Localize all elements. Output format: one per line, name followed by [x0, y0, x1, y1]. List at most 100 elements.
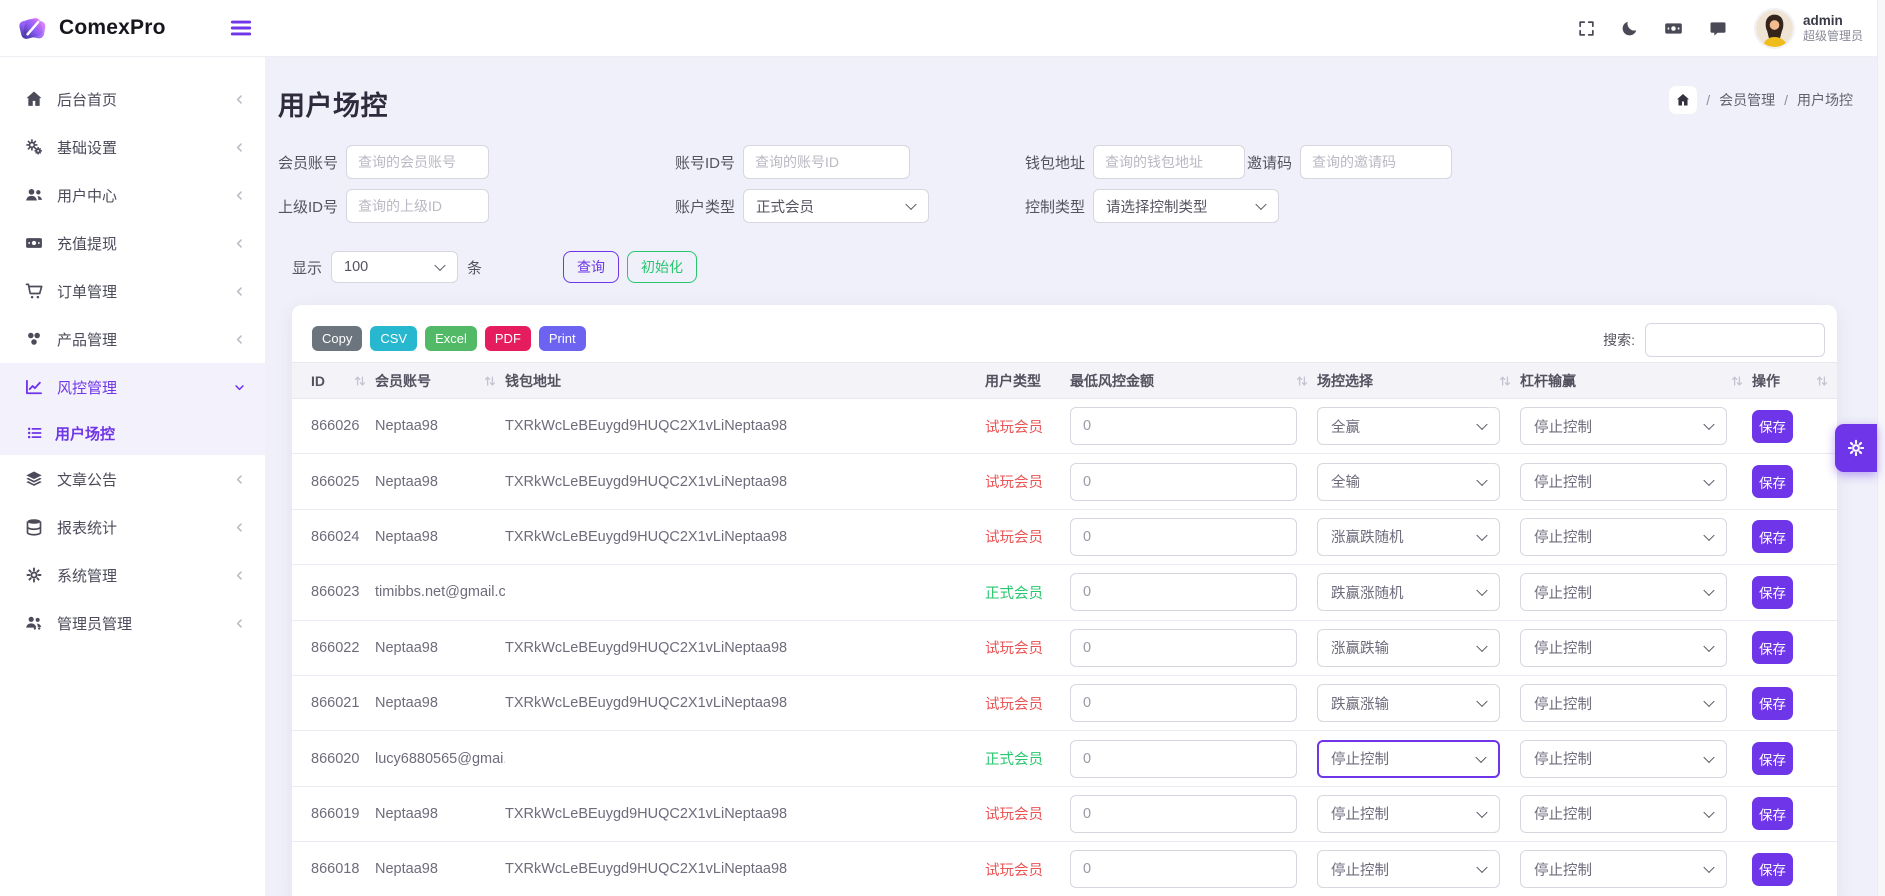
scene-control-select[interactable]: 停止控制: [1317, 794, 1500, 833]
min-risk-amount-input[interactable]: [1070, 573, 1297, 612]
leverage-select[interactable]: 停止控制: [1520, 573, 1727, 612]
filter-input[interactable]: [1093, 145, 1246, 179]
sort-icon[interactable]: [483, 374, 497, 388]
cell-id: 866019: [311, 805, 360, 822]
scene-control-select[interactable]: 跌赢涨随机: [1317, 573, 1500, 612]
min-risk-amount-input[interactable]: [1070, 407, 1297, 446]
chevron-down-icon: [1703, 585, 1715, 597]
leverage-select[interactable]: 停止控制: [1520, 628, 1727, 667]
user-menu[interactable]: admin 超级管理员: [1755, 10, 1863, 47]
leverage-select[interactable]: 停止控制: [1520, 684, 1727, 723]
user-type-badge: 试玩会员: [985, 530, 1043, 547]
export-pdf-button[interactable]: PDF: [484, 326, 531, 351]
min-risk-amount-input[interactable]: [1070, 628, 1297, 667]
column-header[interactable]: 杠杆输赢: [1520, 371, 1752, 391]
min-risk-amount-input[interactable]: [1070, 739, 1297, 778]
reset-button[interactable]: 初始化: [627, 251, 698, 283]
filter-select[interactable]: 请选择控制类型: [1093, 189, 1280, 223]
export-excel-button[interactable]: Excel: [425, 326, 477, 351]
breadcrumb-parent[interactable]: 会员管理: [1719, 90, 1775, 110]
leverage-select[interactable]: 停止控制: [1520, 794, 1727, 833]
save-button[interactable]: 保存: [1752, 409, 1793, 443]
dark-mode-moon-icon[interactable]: [1620, 19, 1639, 38]
sort-icon[interactable]: [1815, 374, 1829, 388]
page-size-select[interactable]: 100: [331, 251, 459, 283]
scene-control-select[interactable]: 停止控制: [1317, 739, 1500, 778]
save-button[interactable]: 保存: [1752, 686, 1793, 720]
save-button[interactable]: 保存: [1752, 797, 1793, 831]
save-button[interactable]: 保存: [1752, 742, 1793, 776]
column-header[interactable]: ID: [292, 373, 375, 389]
filter-input[interactable]: [346, 145, 490, 179]
leverage-select[interactable]: 停止控制: [1520, 850, 1727, 889]
brand-logo[interactable]: ComexPro: [0, 12, 200, 45]
scene-control-select[interactable]: 全赢: [1317, 407, 1500, 446]
sidebar-item-cart[interactable]: 订单管理: [0, 267, 265, 315]
filter-input[interactable]: [1300, 145, 1453, 179]
user-avatar[interactable]: [1755, 10, 1793, 47]
filter-select[interactable]: 正式会员: [743, 189, 930, 223]
sidebar-item-users[interactable]: 用户中心: [0, 171, 265, 219]
export-print-button[interactable]: Print: [538, 326, 586, 351]
save-button[interactable]: 保存: [1752, 575, 1793, 609]
chat-icon[interactable]: [1708, 19, 1728, 39]
layers-icon: [24, 469, 44, 489]
save-button[interactable]: 保存: [1752, 631, 1793, 665]
fullscreen-icon[interactable]: [1577, 19, 1596, 38]
query-button[interactable]: 查询: [563, 251, 620, 283]
export-csv-button[interactable]: CSV: [370, 326, 418, 351]
min-risk-amount-input[interactable]: [1070, 850, 1297, 889]
leverage-select[interactable]: 停止控制: [1520, 407, 1727, 446]
scene-control-select[interactable]: 涨赢跌随机: [1317, 517, 1500, 556]
column-header[interactable]: 会员账号: [375, 371, 505, 391]
money-icon[interactable]: [1663, 18, 1684, 39]
min-risk-amount-input[interactable]: [1070, 517, 1297, 556]
sort-icon[interactable]: [353, 374, 367, 388]
search-input[interactable]: [1645, 323, 1825, 357]
leverage-select[interactable]: 停止控制: [1520, 462, 1727, 501]
leverage-select[interactable]: 停止控制: [1520, 517, 1727, 556]
breadcrumb-current[interactable]: 用户场控: [1797, 90, 1853, 110]
display-bar: 显示 100 条 查询 初始化: [278, 251, 1837, 283]
sidebar-item-label: 报表统计: [57, 519, 118, 537]
leverage-select[interactable]: 停止控制: [1520, 739, 1727, 778]
scene-control-select[interactable]: 全输: [1317, 462, 1500, 501]
theme-settings-gear-button[interactable]: [1835, 424, 1877, 472]
sidebar-item-gear[interactable]: 系统管理: [0, 551, 265, 599]
filter-input[interactable]: [743, 145, 911, 179]
save-button[interactable]: 保存: [1752, 465, 1793, 499]
sort-icon[interactable]: [1498, 374, 1512, 388]
sidebar-item-home[interactable]: 后台首页: [0, 75, 265, 123]
min-risk-amount-input[interactable]: [1070, 462, 1297, 501]
scene-control-select[interactable]: 跌赢涨输: [1317, 684, 1500, 723]
filter-field: 邀请码: [1247, 145, 1453, 179]
sidebar-item-gears[interactable]: 基础设置: [0, 123, 265, 171]
sidebar-item-shapes[interactable]: 产品管理: [0, 315, 265, 363]
column-header[interactable]: 操作: [1752, 371, 1837, 391]
scene-control-select[interactable]: 停止控制: [1317, 850, 1500, 889]
sidebar-item-banknote[interactable]: 充值提现: [0, 219, 265, 267]
sidebar-toggle-hamburger-icon[interactable]: [228, 15, 254, 41]
save-button[interactable]: 保存: [1752, 520, 1793, 554]
sidebar-item-chart[interactable]: 风控管理: [0, 363, 265, 411]
column-header[interactable]: 最低风控金额: [1070, 371, 1317, 391]
sidebar-subitem-list[interactable]: 用户场控: [0, 411, 265, 455]
filter-input[interactable]: [346, 189, 490, 223]
sort-icon[interactable]: [1295, 374, 1309, 388]
sidebar-item-layers[interactable]: 文章公告: [0, 455, 265, 503]
column-header[interactable]: 场控选择: [1317, 371, 1520, 391]
scene-control-select[interactable]: 涨赢跌输: [1317, 628, 1500, 667]
table-card: Copy CSV Excel PDF Print 搜索: ID 会员账号 钱包地址 用户类型 最…: [292, 305, 1837, 896]
breadcrumb-home-icon[interactable]: [1669, 86, 1698, 114]
save-button[interactable]: 保存: [1752, 852, 1793, 886]
min-risk-amount-input[interactable]: [1070, 794, 1297, 833]
cell-wallet: TXRkWcLeBEuygd9HUQC2X1vLiNeptaa98: [505, 418, 788, 435]
sidebar-item-admins[interactable]: 管理员管理: [0, 599, 265, 647]
cell-id: 866022: [311, 639, 360, 656]
sort-icon[interactable]: [1730, 374, 1744, 388]
min-risk-amount-input[interactable]: [1070, 684, 1297, 723]
export-copy-button[interactable]: Copy: [312, 326, 363, 351]
sidebar-item-database[interactable]: 报表统计: [0, 503, 265, 551]
page-scrollbar[interactable]: [1877, 0, 1885, 896]
sidebar-group: 文章公告: [0, 455, 265, 503]
